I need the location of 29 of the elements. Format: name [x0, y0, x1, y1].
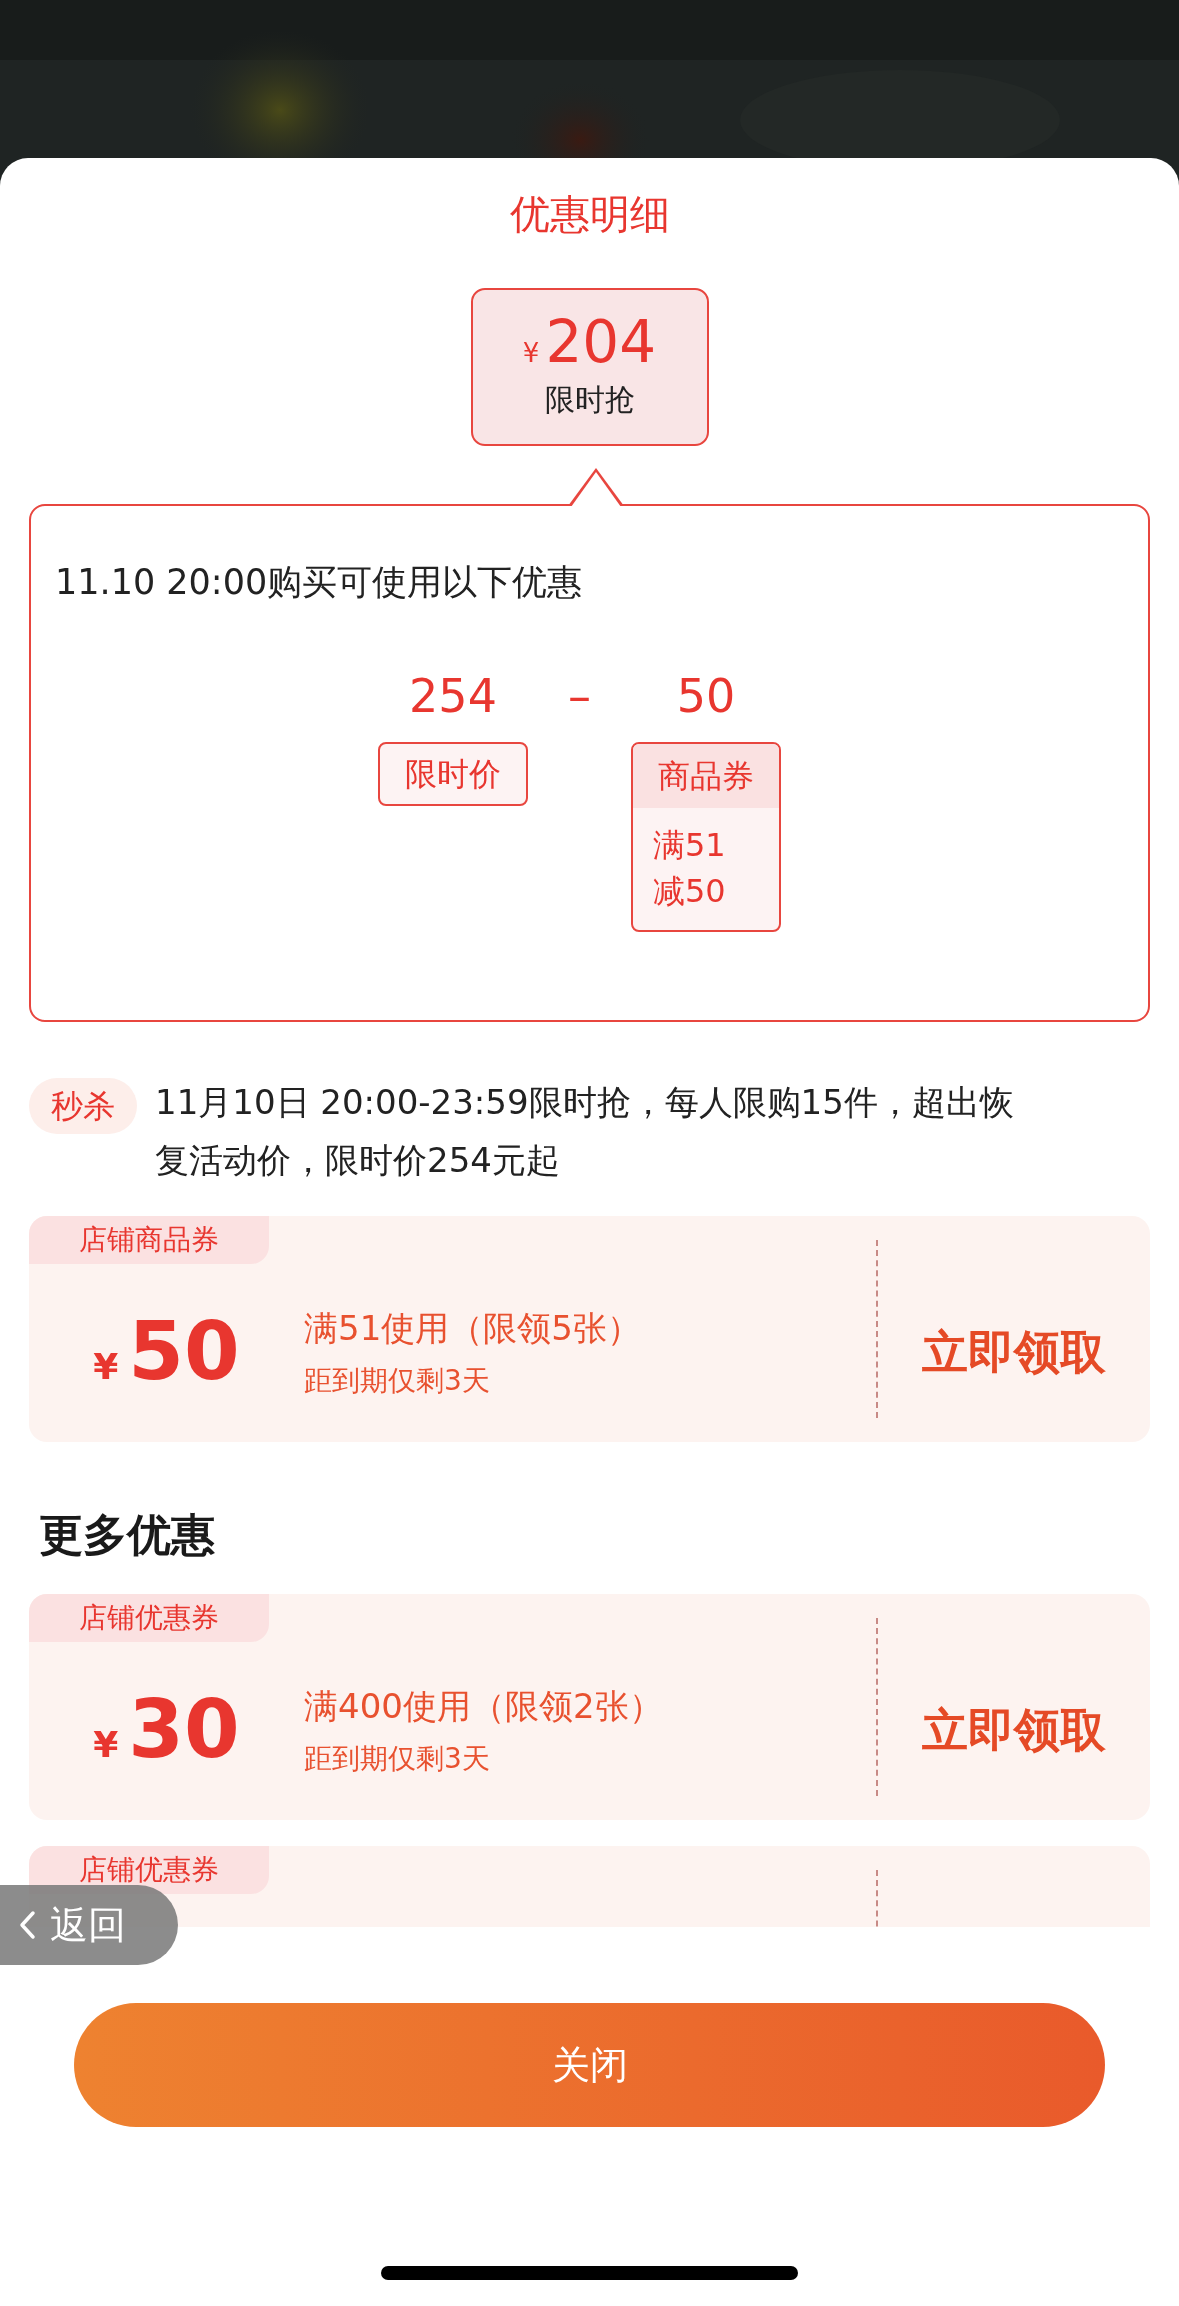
section-heading: 更多优惠 — [39, 1507, 216, 1562]
term-value: 50 — [676, 668, 736, 724]
coupon-amount: 30 — [128, 1689, 240, 1770]
coupon-type-tag: 店铺优惠券 — [29, 1593, 269, 1642]
currency-symbol: ¥ — [93, 1344, 119, 1389]
close-button[interactable]: 关闭 — [74, 2003, 1105, 2127]
flash-sale-badge: 秒杀 — [29, 1078, 137, 1134]
back-button[interactable]: 返回 — [0, 1885, 178, 1965]
currency-symbol: ¥ — [93, 1722, 119, 1767]
currency-symbol: ¥ — [522, 336, 540, 370]
back-chevron-icon — [18, 1910, 36, 1940]
coupon-condition: 满400使用（限领2张） — [304, 1685, 664, 1729]
claim-button[interactable]: 立即领取 — [922, 1325, 1106, 1380]
minus-sign: – — [568, 668, 591, 725]
price-label: 限时抢 — [544, 380, 635, 419]
price-type-tag: 限时价 — [378, 741, 528, 806]
promotion-text: 11月10日 20:00-23:59限时抢，每人限购15件，超出恢复活动价，限时价254元起 — [155, 1081, 1015, 1182]
tag-detail: 满51 减50 — [652, 824, 727, 913]
coupon-amount: 50 — [128, 1311, 240, 1392]
term-value: 254 — [409, 668, 497, 724]
coupon-type-tag: 店铺商品券 — [29, 1215, 269, 1264]
price-amount: 204 — [545, 312, 657, 371]
tag-title: 商品券 — [633, 743, 779, 808]
coupon-condition: 满51使用（限领5张） — [304, 1307, 642, 1351]
claim-button[interactable]: 立即领取 — [922, 1703, 1106, 1758]
callout-heading: 11.10 20:00购买可使用以下优惠 — [55, 561, 584, 604]
expiry-text: 距到期仅剩3天 — [304, 1741, 491, 1778]
sheet-title: 优惠明细 — [508, 190, 671, 238]
expiry-text: 距到期仅剩3天 — [304, 1363, 491, 1400]
